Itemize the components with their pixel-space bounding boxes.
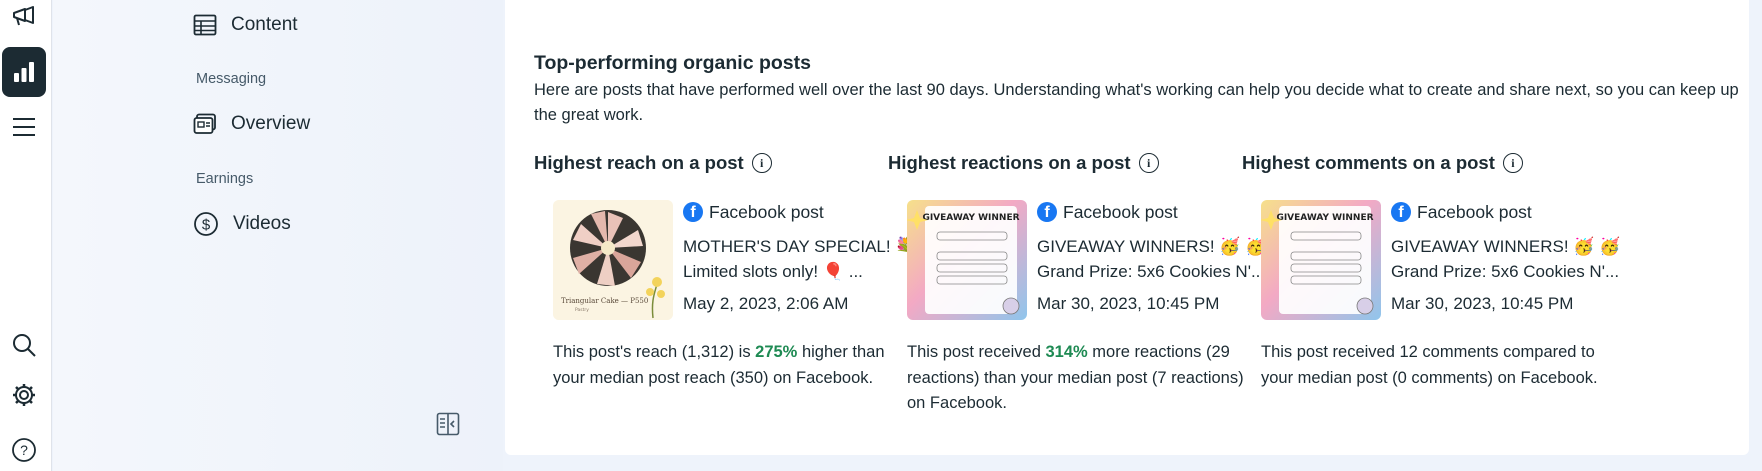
megaphone-icon[interactable] [2,0,46,42]
post-thumbnail[interactable]: GIVEAWAY WINNER [907,200,1027,320]
sidebar: Content Messaging Overview Earnings $ Vi… [53,0,503,471]
post-date: Mar 30, 2023, 10:45 PM [1391,294,1574,313]
search-icon[interactable] [2,320,46,370]
help-icon[interactable]: ? [2,425,46,471]
facebook-icon: f [1391,202,1411,222]
post-text-line-2: Grand Prize: 5x6 Cookies N'... [1037,262,1266,281]
svg-text:Pastry: Pastry [575,307,589,313]
sidebar-item-content[interactable]: Content [193,8,298,42]
post-text-line-1: GIVEAWAY WINNERS! 🥳 🥳 [1391,237,1621,256]
percent-highlight: 314% [1045,343,1088,361]
card-title: Highest comments on a post [1242,152,1495,173]
post-type-label: Facebook post [1417,201,1532,222]
facebook-icon: f [683,202,703,222]
collapse-sidebar-button[interactable] [433,410,463,438]
card-title: Highest reach on a post [534,152,744,173]
sidebar-item-videos[interactable]: $ Videos [193,207,291,241]
dollar-icon: $ [194,212,218,236]
post-thumbnail[interactable]: Triangular Cake — P550 Pastry [553,200,673,320]
facebook-icon: f [1037,202,1057,222]
post-thumbnail[interactable]: GIVEAWAY WINNER [1261,200,1381,320]
percent-highlight: 275% [755,343,798,361]
post-summary: This post received 314% more reactions (… [907,343,1244,412]
thumbnail-caption: Triangular Cake — P550 [561,297,648,305]
post-text[interactable]: GIVEAWAY WINNERS! 🥳 🥳 Grand Prize: 5x6 C… [1391,234,1631,284]
gear-icon[interactable] [2,370,46,420]
post-text[interactable]: MOTHER'S DAY SPECIAL! 💐 Limited slots on… [683,234,923,284]
post-text-line-2: Limited slots only! 🎈 ... [683,262,863,281]
info-icon[interactable]: i [1138,153,1159,173]
sidebar-section-messaging: Messaging [196,71,267,87]
post-text-line-1: MOTHER'S DAY SPECIAL! 💐 [683,237,917,256]
post-type-label: Facebook post [709,201,824,222]
post-date: Mar 30, 2023, 10:45 PM [1037,294,1220,313]
table-icon [193,14,217,36]
post-text-line-1: GIVEAWAY WINNERS! 🥳 🥳 [1037,237,1267,256]
card-title: Highest reactions on a post [888,152,1131,173]
section-description: Here are posts that have performed well … [534,81,1739,124]
thumbnail-caption: GIVEAWAY WINNER [922,213,1019,223]
section-title: Top-performing organic posts [534,52,811,74]
sidebar-toggle-icon [436,412,460,436]
left-rail: ? [0,0,52,471]
sidebar-item-label: Overview [231,113,311,134]
highest-reach-card: Highest reach on a post i Triangular Cak… [534,150,917,440]
post-text[interactable]: GIVEAWAY WINNERS! 🥳 🥳 Grand Prize: 5x6 C… [1037,234,1277,284]
info-icon[interactable]: i [1502,153,1523,173]
post-summary: This post's reach (1,312) is 275% higher… [553,343,885,387]
info-icon[interactable]: i [751,153,772,173]
sidebar-item-label: Videos [233,213,291,234]
thumbnail-caption: GIVEAWAY WINNER [1276,213,1373,223]
highest-reactions-card: Highest reactions on a post i GIVEAWAY W… [888,150,1268,440]
svg-text:?: ? [20,442,28,458]
post-type-label: Facebook post [1063,201,1178,222]
highest-comments-card: Highest comments on a post i GIVEAWAY WI… [1242,150,1622,440]
svg-text:$: $ [202,217,211,234]
post-text-line-2: Grand Prize: 5x6 Cookies N'... [1391,262,1620,281]
post-summary: This post received 12 comments compared … [1261,343,1598,387]
menu-icon[interactable] [2,102,46,152]
sidebar-item-label: Content [231,14,298,35]
inbox-icon [193,113,216,134]
sidebar-item-overview[interactable]: Overview [193,107,310,141]
bar-chart-icon[interactable] [2,47,46,97]
post-date: May 2, 2023, 2:06 AM [683,294,849,313]
top-posts-panel: Top-performing organic posts Here are po… [505,0,1749,455]
sidebar-section-earnings: Earnings [196,171,254,187]
